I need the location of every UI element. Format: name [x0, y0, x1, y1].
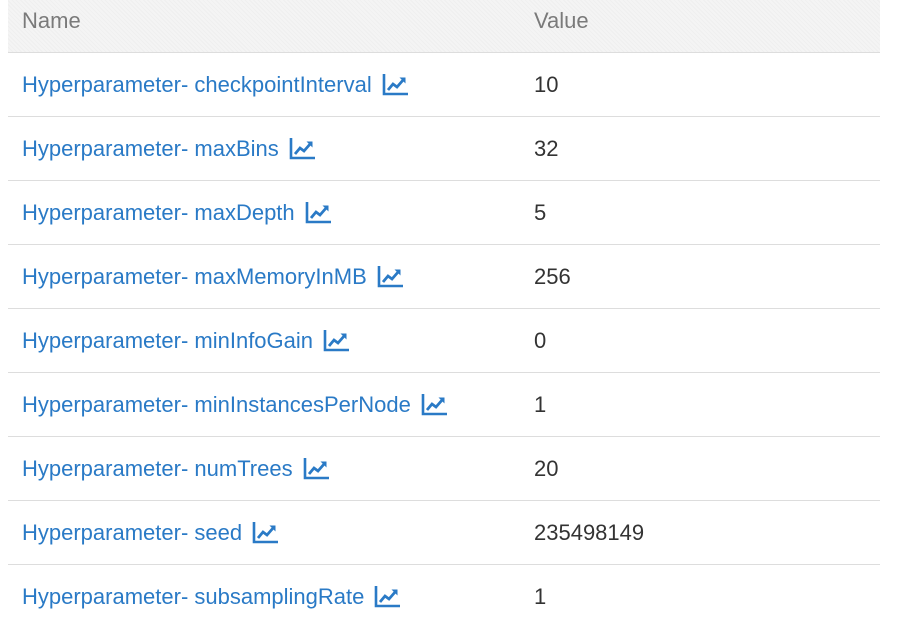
table-row: Hyperparameter- numTrees 20	[8, 437, 880, 501]
table-row: Hyperparameter- maxBins 32	[8, 117, 880, 181]
hyperparameter-link[interactable]: Hyperparameter- maxMemoryInMB	[22, 264, 367, 290]
value-cell: 10	[534, 71, 559, 97]
name-cell: Hyperparameter- minInstancesPerNode	[22, 373, 447, 436]
hyperparameter-link[interactable]: Hyperparameter- subsamplingRate	[22, 584, 364, 610]
table-body: Hyperparameter- checkpointInterval 10 Hype…	[8, 53, 880, 628]
hyperparameter-link[interactable]: Hyperparameter- minInstancesPerNode	[22, 392, 411, 418]
value-cell: 5	[534, 199, 547, 225]
table-row: Hyperparameter- minInstancesPerNode 1	[8, 373, 880, 437]
line-chart-icon[interactable]	[289, 137, 315, 160]
line-chart-icon[interactable]	[377, 265, 403, 288]
name-cell: Hyperparameter- maxMemoryInMB	[22, 245, 403, 308]
hyperparameter-link[interactable]: Hyperparameter- numTrees	[22, 456, 293, 482]
hyperparameter-link[interactable]: Hyperparameter- seed	[22, 520, 242, 546]
header-value[interactable]: Value	[534, 8, 589, 34]
line-chart-icon[interactable]	[382, 73, 408, 96]
hyperparameter-link[interactable]: Hyperparameter- maxDepth	[22, 200, 295, 226]
name-cell: Hyperparameter- minInfoGain	[22, 309, 350, 372]
name-cell: Hyperparameter- seed	[22, 501, 279, 564]
name-cell: Hyperparameter- numTrees	[22, 437, 329, 500]
table-row: Hyperparameter- maxDepth 5	[8, 181, 880, 245]
hyperparameter-link[interactable]: Hyperparameter- minInfoGain	[22, 328, 313, 354]
name-cell: Hyperparameter- checkpointInterval	[22, 53, 408, 116]
value-cell: 32	[534, 135, 559, 161]
line-chart-icon[interactable]	[421, 393, 447, 416]
line-chart-icon[interactable]	[303, 457, 329, 480]
table-row: Hyperparameter- minInfoGain 0	[8, 309, 880, 373]
value-cell: 20	[534, 455, 559, 481]
value-cell: 0	[534, 327, 547, 353]
table-row: Hyperparameter- maxMemoryInMB 256	[8, 245, 880, 309]
table-header: Name Value	[8, 0, 880, 53]
line-chart-icon[interactable]	[374, 585, 401, 608]
table-row: Hyperparameter- seed 235498149	[8, 501, 880, 565]
line-chart-icon[interactable]	[252, 521, 279, 544]
value-cell: 1	[534, 391, 547, 417]
hyperparameter-link[interactable]: Hyperparameter- checkpointInterval	[22, 72, 372, 98]
line-chart-icon[interactable]	[305, 201, 331, 224]
value-cell: 1	[534, 583, 547, 609]
hyperparameter-link[interactable]: Hyperparameter- maxBins	[22, 136, 279, 162]
table-row: Hyperparameter- subsamplingRate 1	[8, 565, 880, 628]
value-cell: 235498149	[534, 519, 645, 545]
line-chart-icon[interactable]	[323, 329, 350, 352]
header-name[interactable]: Name	[22, 8, 81, 34]
hyperparameters-table: Name Value Hyperparameter- checkpointInt…	[8, 0, 880, 628]
table-row: Hyperparameter- checkpointInterval 10	[8, 53, 880, 117]
name-cell: Hyperparameter- maxDepth	[22, 181, 331, 244]
name-cell: Hyperparameter- subsamplingRate	[22, 565, 401, 628]
value-cell: 256	[534, 263, 571, 289]
name-cell: Hyperparameter- maxBins	[22, 117, 315, 180]
